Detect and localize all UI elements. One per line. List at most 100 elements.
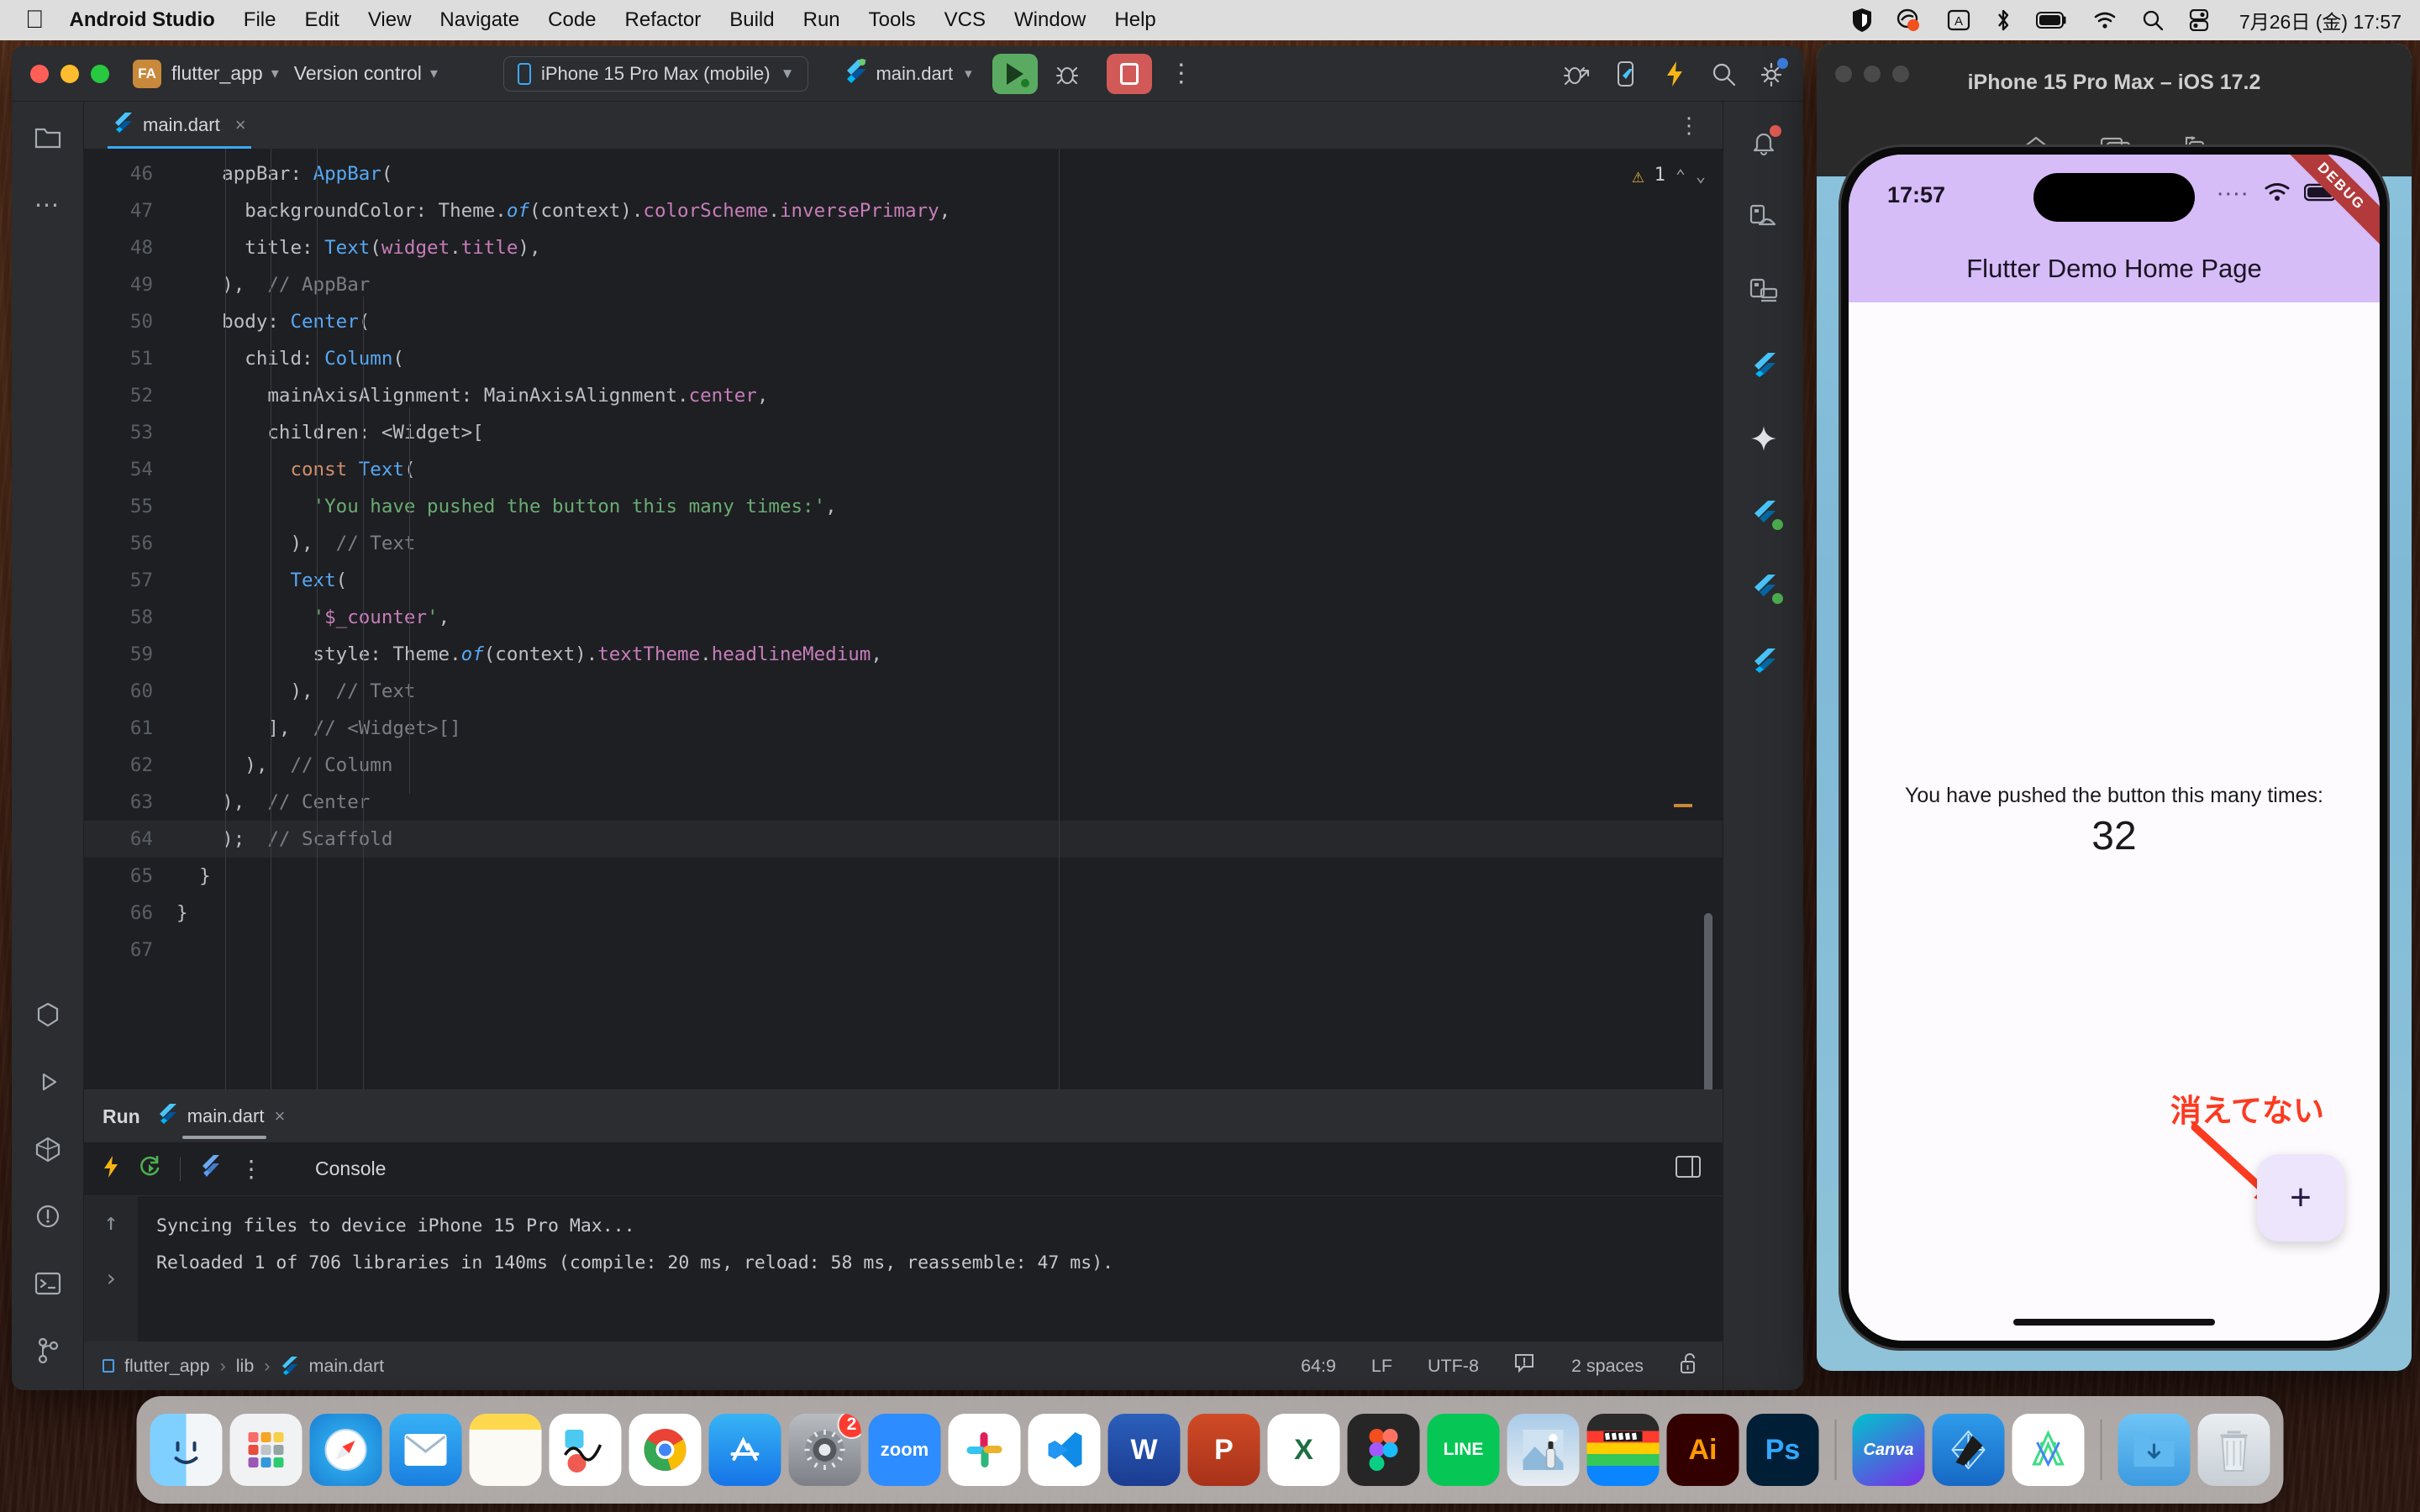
- dock-icon-line[interactable]: LINE: [1427, 1414, 1500, 1486]
- dock-icon-zoom[interactable]: zoom: [868, 1414, 941, 1486]
- dock-icon-google-chrome[interactable]: [629, 1414, 702, 1486]
- run-button[interactable]: [992, 53, 1038, 94]
- close-icon[interactable]: ×: [235, 114, 246, 136]
- minimize-window-button[interactable]: [1864, 66, 1881, 82]
- next-problem-icon[interactable]: ⌄: [1696, 157, 1706, 194]
- wifi-icon[interactable]: [2093, 11, 2117, 29]
- code-editor[interactable]: 46 47 48 49 50 51 52 53 54 55 56 57 58 59 60 61 62 63 64 65…: [84, 149, 1723, 1089]
- dock-icon-preview[interactable]: [1507, 1414, 1580, 1486]
- code-line[interactable]: children: <Widget>[: [176, 414, 1723, 451]
- home-indicator[interactable]: [2013, 1319, 2215, 1326]
- code-line[interactable]: '$_counter',: [176, 599, 1723, 636]
- dock-icon-xcode[interactable]: [1932, 1414, 2005, 1486]
- scroll-down-icon[interactable]: ›: [104, 1264, 118, 1292]
- dock-icon-app-store[interactable]: [708, 1414, 781, 1486]
- breadcrumb-project[interactable]: flutter_app: [124, 1356, 210, 1377]
- dock-icon-downloads-folder[interactable]: [2118, 1414, 2191, 1486]
- caret-position[interactable]: 64:9: [1301, 1356, 1336, 1377]
- dock-icon-mail[interactable]: [389, 1414, 462, 1486]
- close-window-button[interactable]: [30, 64, 49, 83]
- device-screen[interactable]: 17:57 ···· Flutter Demo Home Page DEBUG: [1849, 155, 2380, 1341]
- code-line[interactable]: ), // Center: [176, 784, 1723, 821]
- code-line[interactable]: Text(: [176, 562, 1723, 599]
- flutter-outline-icon[interactable]: [1744, 567, 1783, 606]
- bluetooth-icon[interactable]: [1996, 8, 2011, 32]
- code-line[interactable]: body: Center(: [176, 303, 1723, 340]
- code-line[interactable]: appBar: AppBar(: [176, 155, 1723, 192]
- console-output[interactable]: ↑ › Syncing files to device iPhone 15 Pr…: [84, 1196, 1723, 1341]
- gemini-icon[interactable]: [1744, 419, 1783, 458]
- menu-vcs[interactable]: VCS: [944, 8, 986, 32]
- code-line[interactable]: ), // AppBar: [176, 266, 1723, 303]
- maximize-window-button[interactable]: [91, 64, 109, 83]
- menu-view[interactable]: View: [368, 8, 412, 32]
- run-panel-icon[interactable]: [29, 1063, 67, 1101]
- editor-scrollbar[interactable]: [1704, 913, 1712, 1089]
- minimize-window-button[interactable]: [60, 64, 79, 83]
- hot-reload-icon[interactable]: [1655, 55, 1694, 93]
- layout-settings-icon[interactable]: [1676, 1156, 1701, 1182]
- more-options-icon[interactable]: ⋮: [1162, 55, 1201, 93]
- unlocked-icon[interactable]: [1679, 1352, 1701, 1379]
- control-center-icon[interactable]: [2189, 9, 2209, 31]
- menu-edit[interactable]: Edit: [304, 8, 339, 32]
- dock-icon-stocks[interactable]: [549, 1414, 622, 1486]
- search-icon[interactable]: [2142, 9, 2164, 31]
- breadcrumb-file[interactable]: main.dart: [308, 1356, 384, 1377]
- dock-icon-canva[interactable]: Canva: [1852, 1414, 1925, 1486]
- chevron-down-icon[interactable]: ▾: [430, 65, 438, 82]
- project-name[interactable]: flutter_app: [171, 62, 263, 85]
- code-line[interactable]: ), // Column: [176, 747, 1723, 784]
- code-line[interactable]: ], // <Widget>[]: [176, 710, 1723, 747]
- dock-icon-launchpad[interactable]: [229, 1414, 302, 1486]
- flutter-inspector-icon[interactable]: [29, 1130, 67, 1168]
- code-line[interactable]: [176, 932, 1723, 969]
- breadcrumb-folder[interactable]: lib: [236, 1356, 255, 1377]
- dock-icon-adobe-photoshop[interactable]: Ps: [1746, 1414, 1819, 1486]
- dock-icon-visual-studio-code[interactable]: [1028, 1414, 1101, 1486]
- hot-reload-icon[interactable]: [103, 1155, 119, 1183]
- console-label[interactable]: Console: [315, 1158, 386, 1180]
- device-manager-icon[interactable]: [1607, 55, 1645, 93]
- notifications-icon[interactable]: [1744, 123, 1783, 162]
- dock-icon-microsoft-word[interactable]: W: [1107, 1414, 1181, 1486]
- device-selector[interactable]: iPhone 15 Pro Max (mobile) ▼: [502, 55, 809, 92]
- flutter-icon[interactable]: [1744, 345, 1783, 384]
- dock-icon-safari[interactable]: [309, 1414, 382, 1486]
- code-line[interactable]: style: Theme.of(context).textTheme.headl…: [176, 636, 1723, 673]
- run-configuration-selector[interactable]: main.dart ▾: [844, 58, 972, 89]
- menu-help[interactable]: Help: [1114, 8, 1155, 32]
- code-line[interactable]: title: Text(widget.title),: [176, 229, 1723, 266]
- problems-icon[interactable]: [29, 1197, 67, 1236]
- dock-icon-slack[interactable]: [948, 1414, 1021, 1486]
- run-session-tab[interactable]: main.dart ×: [157, 1090, 285, 1142]
- menu-navigate[interactable]: Navigate: [439, 8, 519, 32]
- editor-tab-main-dart[interactable]: main.dart ×: [101, 102, 258, 149]
- code-line[interactable]: child: Column(: [176, 340, 1723, 377]
- running-devices-icon[interactable]: [1744, 271, 1783, 310]
- maximize-window-button[interactable]: [1892, 66, 1909, 82]
- dock-icon-figma[interactable]: [1347, 1414, 1420, 1486]
- code-line[interactable]: }: [176, 895, 1723, 932]
- menu-build[interactable]: Build: [729, 8, 774, 32]
- input-source-A-icon[interactable]: A: [1947, 8, 1970, 32]
- dock-icon-system-settings[interactable]: 2: [788, 1414, 861, 1486]
- dock-icon-final-cut-pro[interactable]: [1586, 1414, 1660, 1486]
- flutter-devtools-icon[interactable]: [199, 1154, 221, 1184]
- floating-action-button[interactable]: +: [2257, 1154, 2344, 1242]
- flutter-performance-icon[interactable]: [1744, 493, 1783, 532]
- dock-icon-adobe-illustrator[interactable]: Ai: [1666, 1414, 1739, 1486]
- hot-restart-icon[interactable]: [138, 1155, 161, 1183]
- code-line[interactable]: }: [176, 858, 1723, 895]
- bitwarden-icon[interactable]: [1852, 8, 1871, 32]
- version-control-menu[interactable]: Version control: [294, 62, 422, 85]
- menu-tools[interactable]: Tools: [869, 8, 916, 32]
- attach-debugger-icon[interactable]: [1558, 55, 1597, 93]
- inspection-icon[interactable]: [1514, 1353, 1536, 1378]
- dock-icon-trash[interactable]: [2197, 1414, 2270, 1486]
- dock-icon-microsoft-powerpoint[interactable]: P: [1187, 1414, 1260, 1486]
- dock-icon-finder[interactable]: [150, 1414, 223, 1486]
- simulator-traffic-lights[interactable]: [1835, 66, 1909, 82]
- close-icon[interactable]: ×: [274, 1105, 285, 1127]
- menu-file[interactable]: File: [244, 8, 276, 32]
